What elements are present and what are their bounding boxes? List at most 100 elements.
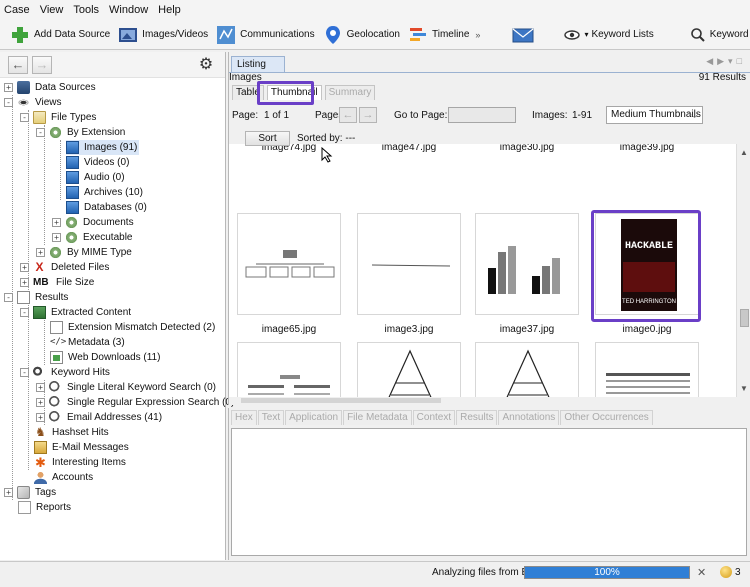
tree-item-extension-mismatch[interactable]: Extension Mismatch Detected (2)	[50, 320, 215, 335]
tree-item-email-addresses[interactable]: + Email Addresses (41)	[36, 410, 162, 425]
collapse-toggle[interactable]: -	[36, 128, 45, 137]
communications-button[interactable]: Communications	[212, 23, 318, 47]
scroll-up-icon[interactable]: ▲	[740, 148, 748, 157]
expand-toggle[interactable]: +	[52, 233, 61, 242]
tab-summary[interactable]: Summary	[324, 85, 376, 100]
tree-item-deleted-files[interactable]: + X Deleted Files	[20, 260, 109, 275]
dropdown-panel-icon[interactable]: ▾	[728, 56, 737, 66]
cancel-icon[interactable]: ✕	[697, 566, 706, 579]
tree-item-documents[interactable]: + Documents	[52, 215, 134, 230]
thumbnail-size-select[interactable]: Medium Thumbnails ⌵	[606, 106, 703, 124]
viewer-content-area[interactable]	[231, 428, 747, 556]
tree-item-by-mime-type[interactable]: + By MIME Type	[36, 245, 132, 260]
collapse-toggle[interactable]: -	[4, 293, 13, 302]
scroll-thumb[interactable]	[241, 398, 441, 403]
tree-item-audio[interactable]: Audio (0)	[66, 170, 125, 185]
tab-annotations[interactable]: Annotations	[498, 410, 560, 425]
expand-toggle[interactable]: +	[36, 413, 45, 422]
collapse-toggle[interactable]: -	[20, 308, 29, 317]
expand-toggle[interactable]: +	[52, 218, 61, 227]
tree-item-by-extension[interactable]: - By Extension	[36, 125, 125, 140]
tree-item-metadata[interactable]: </> Metadata (3)	[50, 335, 125, 350]
tab-file-metadata[interactable]: File Metadata	[343, 410, 412, 425]
forward-arrow-icon[interactable]: →	[32, 55, 52, 74]
prev-panel-icon[interactable]: ◀	[706, 56, 717, 66]
tree-item-views[interactable]: - Views	[4, 95, 62, 110]
tree-item-file-types[interactable]: - File Types	[20, 110, 96, 125]
thumbnail-image47[interactable]	[357, 213, 461, 315]
tree-item-executable[interactable]: + Executable	[52, 230, 132, 245]
tree-item-videos[interactable]: Videos (0)	[66, 155, 129, 170]
tree-item-web-downloads[interactable]: Web Downloads (11)	[50, 350, 160, 365]
menu-tools[interactable]: Tools	[73, 4, 99, 16]
next-panel-icon[interactable]: ▶	[717, 56, 728, 66]
horizontal-scrollbar[interactable]	[229, 397, 736, 405]
tree-item-accounts[interactable]: Accounts	[34, 470, 93, 485]
tree-item-results[interactable]: - Results	[4, 290, 68, 305]
add-data-source-label: Add Data Source	[34, 29, 111, 40]
tree-item-email-messages[interactable]: E-Mail Messages	[34, 440, 129, 455]
tree-item-single-literal-search[interactable]: + Single Literal Keyword Search (0)	[36, 380, 216, 395]
sort-button[interactable]: Sort	[245, 131, 290, 146]
tab-text[interactable]: Text	[257, 410, 285, 425]
menu-help[interactable]: Help	[158, 4, 181, 16]
menu-case[interactable]: Case	[4, 4, 30, 16]
timeline-button[interactable]: Timeline »	[404, 23, 484, 47]
notification-badge[interactable]: 3	[720, 566, 741, 578]
add-data-source-button[interactable]: Add Data Source	[6, 23, 114, 47]
goto-page-input[interactable]	[448, 107, 516, 123]
chevron-double-down-icon[interactable]: »	[475, 30, 480, 40]
tree-item-label: Tags	[35, 487, 57, 498]
expand-toggle[interactable]: +	[20, 278, 29, 287]
tab-application[interactable]: Application	[285, 410, 343, 425]
tab-listing[interactable]: Listing	[231, 56, 285, 72]
next-page-icon[interactable]: →	[359, 107, 377, 123]
tab-other-occurrences[interactable]: Other Occurrences	[560, 410, 653, 425]
thumbnail-pyramid-1[interactable]	[357, 342, 461, 397]
tree-item-images[interactable]: Images (91)	[66, 140, 140, 155]
tree-item-interesting-items[interactable]: ✱ Interesting Items	[34, 455, 126, 470]
thumbnail-table-doc[interactable]	[595, 342, 699, 397]
tree-item-file-size[interactable]: + MB File Size	[20, 275, 94, 290]
tree-item-tags[interactable]: + Tags	[4, 485, 56, 500]
tree-item-data-sources[interactable]: + Data Sources	[4, 80, 96, 95]
messages-button[interactable]	[508, 23, 542, 47]
gear-icon[interactable]: ⚙	[197, 56, 215, 74]
vertical-scrollbar[interactable]: ▲ ▼	[736, 144, 750, 397]
expand-toggle[interactable]: +	[4, 83, 13, 92]
tab-hex[interactable]: Hex	[231, 410, 257, 425]
thumbnail-image65-row2[interactable]	[237, 342, 341, 397]
keyword-search-button[interactable]: Keyword Search	[686, 23, 750, 47]
scroll-thumb[interactable]	[740, 309, 749, 327]
menu-window[interactable]: Window	[109, 4, 148, 16]
tab-results[interactable]: Results	[456, 410, 498, 425]
tree-item-keyword-hits[interactable]: - Keyword Hits	[20, 365, 110, 380]
thumbnail-image30[interactable]	[475, 213, 579, 315]
tree-item-archives[interactable]: Archives (10)	[66, 185, 143, 200]
text-document-thumbnail	[248, 375, 330, 395]
collapse-toggle[interactable]: -	[4, 98, 13, 107]
tree-item-single-regex-search[interactable]: + Single Regular Expression Search (0)	[36, 395, 234, 410]
collapse-toggle[interactable]: -	[20, 368, 29, 377]
menu-view[interactable]: View	[40, 4, 64, 16]
geolocation-button[interactable]: Geolocation	[319, 23, 404, 47]
tree-item-hashset-hits[interactable]: ♞ Hashset Hits	[34, 425, 109, 440]
keyword-lists-button[interactable]: ▾ Keyword Lists	[560, 23, 657, 47]
maximize-icon[interactable]: □	[737, 56, 746, 66]
back-arrow-icon[interactable]: ←	[8, 55, 28, 74]
thumbnail-pyramid-2[interactable]	[475, 342, 579, 397]
expand-toggle[interactable]: +	[20, 263, 29, 272]
expand-toggle[interactable]: +	[36, 383, 45, 392]
tree-item-databases[interactable]: Databases (0)	[66, 200, 147, 215]
prev-page-icon[interactable]: ←	[339, 107, 357, 123]
scroll-down-icon[interactable]: ▼	[740, 384, 748, 393]
tab-context[interactable]: Context	[412, 410, 456, 425]
tree-item-extracted-content[interactable]: - Extracted Content	[20, 305, 131, 320]
thumbnail-image74[interactable]	[237, 213, 341, 315]
images-videos-button[interactable]: Images/Videos	[114, 23, 212, 47]
expand-toggle[interactable]: +	[4, 488, 13, 497]
collapse-toggle[interactable]: -	[20, 113, 29, 122]
expand-toggle[interactable]: +	[36, 248, 45, 257]
tree-item-reports[interactable]: Reports	[18, 500, 71, 515]
expand-toggle[interactable]: +	[36, 398, 45, 407]
